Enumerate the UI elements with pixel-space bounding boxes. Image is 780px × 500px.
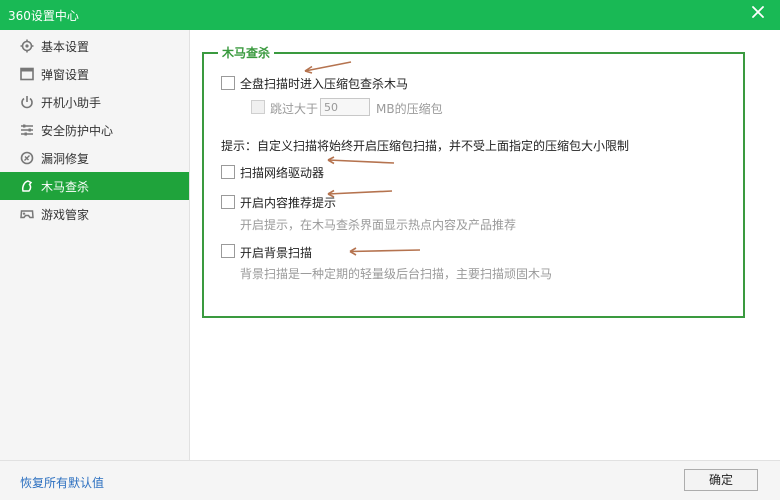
gear-icon (20, 39, 34, 53)
sidebar-item-game-manager[interactable]: 游戏管家 (0, 200, 189, 228)
title-bar: 360设置中心 (0, 0, 780, 30)
window-title: 360设置中心 (8, 9, 79, 23)
sidebar-item-label: 开机小助手 (41, 96, 102, 110)
scan-network-driver-label: 扫描网络驱动器 (240, 166, 325, 180)
restore-defaults-link[interactable]: 恢复所有默认值 (20, 474, 104, 491)
power-icon (20, 95, 34, 109)
sidebar-item-label: 基本设置 (41, 40, 90, 54)
sidebar-item-startup-assistant[interactable]: 开机小助手 (0, 88, 189, 116)
patch-icon (20, 151, 34, 165)
custom-scan-hint: 提示：自定义扫描将始终开启压缩包扫描，并不受上面指定的压缩包大小限制 (221, 139, 630, 153)
background-scan-checkbox[interactable] (221, 244, 235, 258)
skip-archive-checkbox[interactable] (251, 100, 265, 114)
archive-size-input[interactable] (320, 98, 370, 116)
sidebar-item-security-center[interactable]: 安全防护中心 (0, 116, 189, 144)
full-scan-label: 全盘扫描时进入压缩包查杀木马 (240, 77, 409, 91)
annotation-arrow-content-recommend (325, 188, 393, 198)
footer-bar: 恢复所有默认值 确定 (0, 460, 780, 500)
ok-button[interactable]: 确定 (684, 469, 758, 491)
sidebar: 基本设置 弹窗设置 开机小助手 安全防护中心 漏洞修复 木马查杀 游戏管家 (0, 30, 190, 460)
gamepad-icon (20, 207, 34, 221)
window-icon (20, 67, 34, 81)
sliders-icon (20, 123, 34, 137)
scan-network-driver-checkbox[interactable] (221, 165, 235, 179)
content-recommend-description: 开启提示，在木马查杀界面显示热点内容及产品推荐 (240, 218, 517, 232)
sidebar-item-basic-settings[interactable]: 基本设置 (0, 32, 189, 60)
annotation-arrow-background-scan (347, 246, 421, 256)
sidebar-item-label: 弹窗设置 (41, 68, 90, 82)
trojan-icon (20, 179, 34, 193)
sidebar-item-vulnerability-repair[interactable]: 漏洞修复 (0, 144, 189, 172)
sidebar-item-label: 游戏管家 (41, 208, 90, 222)
annotation-arrow-full-scan (302, 60, 352, 74)
sidebar-item-label: 木马查杀 (41, 180, 90, 194)
content-recommend-checkbox[interactable] (221, 195, 235, 209)
annotation-arrow-network-driver (325, 156, 395, 166)
sidebar-item-label: 安全防护中心 (41, 124, 114, 138)
sidebar-item-trojan-scan[interactable]: 木马查杀 (0, 172, 189, 200)
background-scan-label: 开启背景扫描 (240, 246, 313, 260)
archive-size-unit-label: MB的压缩包 (376, 102, 443, 116)
content-recommend-label: 开启内容推荐提示 (240, 196, 337, 210)
skip-archive-label: 跳过大于 (270, 102, 319, 116)
group-title: 木马查杀 (218, 44, 275, 61)
sidebar-item-popup-settings[interactable]: 弹窗设置 (0, 60, 189, 88)
sidebar-item-label: 漏洞修复 (41, 152, 90, 166)
full-scan-checkbox[interactable] (221, 76, 235, 90)
close-icon[interactable] (750, 4, 766, 20)
settings-panel: 木马查杀 全盘扫描时进入压缩包查杀木马 跳过大于 MB的压缩包 提示：自定义扫描… (190, 30, 780, 460)
background-scan-description: 背景扫描是一种定期的轻量级后台扫描，主要扫描顽固木马 (240, 267, 553, 281)
